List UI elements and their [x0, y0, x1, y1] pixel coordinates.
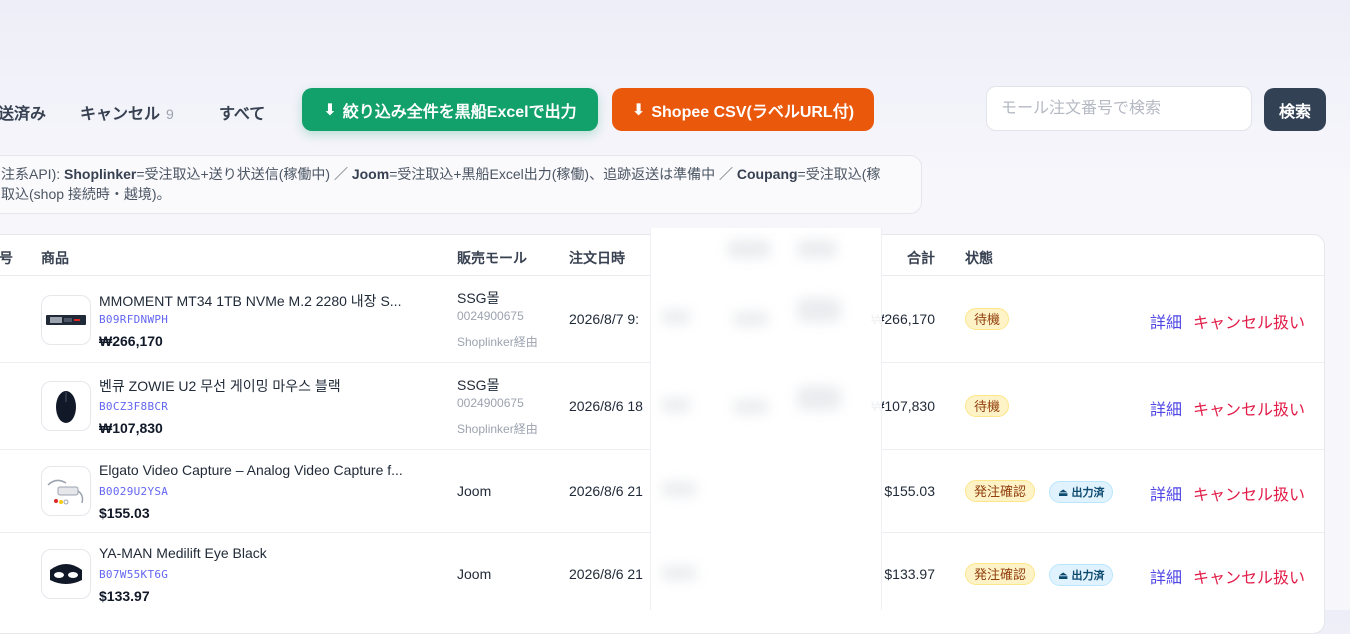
detail-link[interactable]: 詳細 — [1150, 564, 1182, 588]
cancel-link[interactable]: キャンセル扱い — [1193, 564, 1305, 588]
order-date: 2026/8/6 18 — [569, 398, 643, 414]
status-badge: 発注確認 — [965, 480, 1036, 502]
blurred-cell — [733, 400, 769, 414]
column-header-status: 状態 — [965, 250, 993, 266]
blurred-cell — [797, 386, 841, 410]
order-total: $133.97 — [884, 566, 935, 582]
tab-shipped[interactable]: 送済み — [0, 100, 46, 124]
output-done-badge: ⏏ 出力済 — [1049, 564, 1114, 586]
status-badge: 待機 — [965, 395, 1010, 417]
cancel-link[interactable]: キャンセル扱い — [1193, 481, 1305, 505]
product-asin[interactable]: B09RFDNWPH — [99, 313, 168, 326]
product-price: ₩266,170 — [99, 333, 163, 349]
order-number-search-input[interactable] — [986, 86, 1252, 131]
status-badge: 発注確認 — [965, 563, 1036, 585]
column-header-date: 注文日時 — [569, 250, 625, 266]
redacted-overlay — [650, 228, 882, 610]
order-date: 2026/8/7 9: — [569, 311, 640, 327]
export-icon: ⏏ — [1058, 570, 1072, 582]
blurred-header — [727, 240, 771, 258]
blurred-header — [797, 240, 837, 258]
product-asin[interactable]: B0029U2YSA — [99, 485, 168, 498]
product-price: $133.97 — [99, 588, 150, 604]
shopee-csv-label: Shopee CSV(ラベルURL付) — [651, 103, 855, 121]
mall-name: Joom — [457, 483, 492, 499]
column-header-total: 合計 — [907, 250, 935, 266]
detail-link[interactable]: 詳細 — [1150, 481, 1182, 505]
mall-via: Shoplinker経由 — [457, 422, 538, 436]
search-button[interactable]: 検索 — [1264, 88, 1326, 131]
product-price: ₩107,830 — [99, 420, 163, 436]
column-header-product: 商品 — [41, 250, 69, 266]
product-thumbnail-ssd — [41, 295, 91, 345]
product-name[interactable]: Elgato Video Capture – Analog Video Capt… — [99, 462, 403, 478]
order-total: $155.03 — [884, 483, 935, 499]
mall-via: Shoplinker経由 — [457, 335, 538, 349]
product-asin[interactable]: B0CZ3F8BCR — [99, 400, 168, 413]
column-header-mall: 販売モール — [457, 250, 527, 266]
tab-all[interactable]: すべて — [219, 100, 265, 124]
download-icon: ⬇ — [323, 101, 337, 119]
blurred-cell — [661, 482, 697, 496]
mall-name: SSG몰 — [457, 377, 500, 393]
api-info-banner: 注系API): Shoplinker=受注取込+送り状送信(稼働中) ／ Joo… — [0, 155, 922, 214]
product-thumbnail-capture — [41, 466, 91, 516]
product-name[interactable]: 벤큐 ZOWIE U2 무선 게이밍 마우스 블랙 — [99, 376, 341, 396]
product-price: $155.03 — [99, 505, 150, 521]
column-header-no: 号 — [0, 250, 13, 266]
shopee-csv-button[interactable]: ⬇ Shopee CSV(ラベルURL付) — [612, 88, 874, 131]
tab-count-badge: 9 — [166, 106, 174, 122]
export-excel-button[interactable]: ⬇ 絞り込み全件を黒船Excelで出力 — [302, 88, 598, 131]
mall-order-id: 0024900675 — [457, 309, 524, 323]
export-icon: ⏏ — [1058, 487, 1072, 499]
blurred-cell — [797, 298, 841, 322]
product-thumbnail-mouse — [41, 381, 91, 431]
mall-name: Joom — [457, 566, 492, 582]
product-name[interactable]: YA-MAN Medilift Eye Black — [99, 545, 267, 561]
tab-cancelled[interactable]: キャンセル 9 — [80, 100, 174, 124]
product-name[interactable]: MMOMENT MT34 1TB NVMe M.2 2280 내장 S... — [99, 291, 401, 311]
detail-link[interactable]: 詳細 — [1150, 309, 1182, 333]
export-excel-label: 絞り込み全件を黒船Excelで出力 — [342, 103, 577, 121]
download-icon: ⬇ — [631, 101, 646, 119]
product-thumbnail-eye-mask — [41, 549, 91, 599]
order-date: 2026/8/6 21 — [569, 566, 643, 582]
blurred-cell — [661, 398, 691, 412]
output-done-badge: ⏏ 出力済 — [1049, 481, 1114, 503]
blurred-cell — [661, 566, 697, 580]
blurred-cell — [661, 310, 691, 324]
detail-link[interactable]: 詳細 — [1150, 396, 1182, 420]
status-badge: 待機 — [965, 308, 1010, 330]
cancel-link[interactable]: キャンセル扱い — [1193, 309, 1305, 333]
order-date: 2026/8/6 21 — [569, 483, 643, 499]
blurred-cell — [733, 312, 769, 326]
mall-name: SSG몰 — [457, 290, 500, 306]
mall-order-id: 0024900675 — [457, 396, 524, 410]
product-asin[interactable]: B07W55KT6G — [99, 568, 168, 581]
cancel-link[interactable]: キャンセル扱い — [1193, 396, 1305, 420]
